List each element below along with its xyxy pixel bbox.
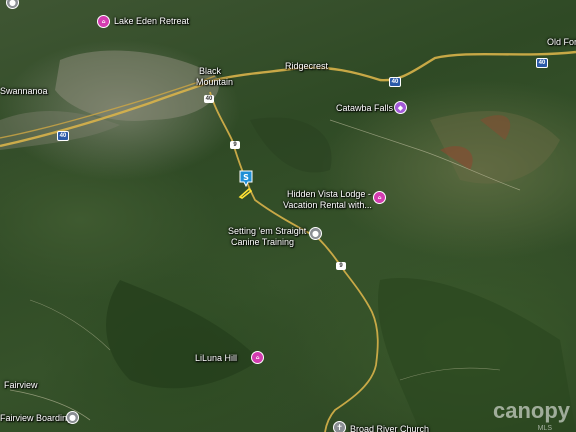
interstate-shield: 40 [57, 131, 69, 141]
lodging-icon[interactable]: ⌂ [373, 191, 386, 204]
place-label-catawba-falls[interactable]: Catawba Falls [336, 103, 393, 114]
town-label-fairview[interactable]: Fairview [4, 380, 38, 391]
place-label-hidden-vista-line1[interactable]: Hidden Vista Lodge - [287, 189, 371, 200]
place-label-lake-eden-retreat[interactable]: Lake Eden Retreat [114, 16, 189, 27]
route-shield: 9 [336, 262, 346, 270]
lodging-icon[interactable]: ⌂ [251, 351, 264, 364]
place-icon[interactable]: ● [309, 227, 322, 240]
town-label-mountain[interactable]: Mountain [196, 77, 233, 88]
place-label-hidden-vista-line2[interactable]: Vacation Rental with... [283, 200, 372, 211]
map-view[interactable]: Lake Eden Retreat ⌂ Black Mountain Ridge… [0, 0, 576, 432]
subject-property-marker-icon[interactable]: S [239, 170, 253, 188]
park-icon[interactable]: ◆ [394, 101, 407, 114]
place-label-setting-em-line1[interactable]: Setting 'em Straight [228, 226, 306, 237]
church-icon[interactable]: ✝ [333, 421, 346, 432]
place-icon[interactable]: ● [66, 411, 79, 424]
interstate-shield: 40 [389, 77, 401, 87]
subject-marker-letter: S [243, 173, 249, 182]
lodging-icon[interactable]: ⌂ [97, 15, 110, 28]
brand-watermark-sub: MLS [537, 425, 552, 432]
property-parcel-outline [238, 187, 252, 199]
route-shield: 9 [230, 141, 240, 149]
route-shield: 40 [204, 95, 214, 103]
town-label-black[interactable]: Black [199, 66, 221, 77]
town-label-old-fort[interactable]: Old Fort [547, 37, 576, 48]
brand-watermark: canopy [492, 398, 570, 423]
place-label-fairview-boarding[interactable]: Fairview Boarding [0, 413, 72, 424]
town-label-ridgecrest[interactable]: Ridgecrest [285, 61, 328, 72]
interstate-shield: 40 [536, 58, 548, 68]
town-label-swannanoa[interactable]: Swannanoa [0, 86, 48, 97]
place-label-setting-em-line2[interactable]: Canine Training [231, 237, 294, 248]
place-label-liluna-hill[interactable]: LiLuna Hill [195, 353, 237, 364]
place-label-broad-river-church[interactable]: Broad River Church [350, 424, 429, 432]
